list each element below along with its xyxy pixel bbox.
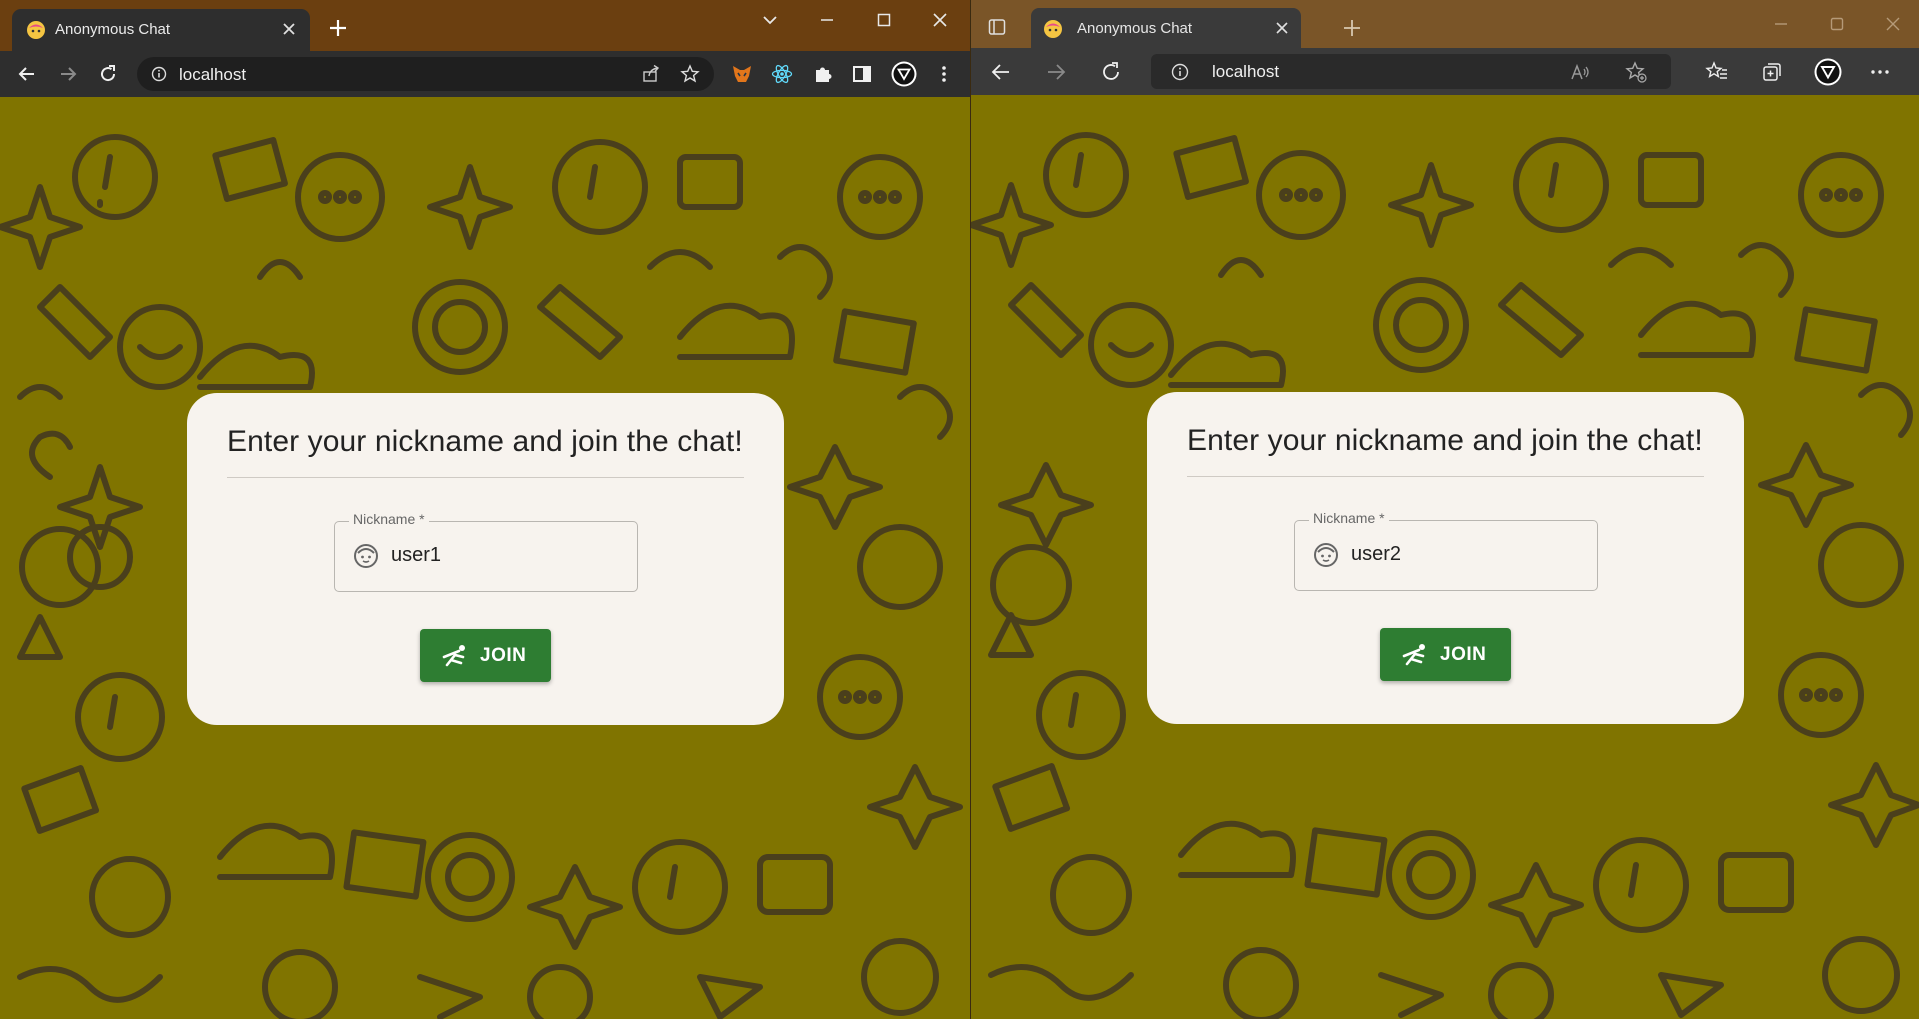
browser-window-right: Anonymous Chat localhost Enter your nick… <box>971 0 1919 1019</box>
tab-actions-icon[interactable] <box>987 17 1007 37</box>
card-divider <box>227 477 744 478</box>
close-tab-icon[interactable] <box>1273 19 1291 37</box>
anonymous-chat-favicon <box>1043 19 1063 44</box>
back-arrow-icon[interactable] <box>989 60 1013 84</box>
address-text: localhost <box>179 65 247 84</box>
child-face-icon <box>353 543 379 574</box>
add-favorite-icon[interactable] <box>1625 61 1647 83</box>
join-button[interactable]: JOIN <box>420 629 551 682</box>
close-tab-icon[interactable] <box>280 20 298 38</box>
nickname-input[interactable] <box>1351 539 1581 569</box>
tab-anonymous-chat[interactable]: Anonymous Chat <box>12 9 310 51</box>
join-button[interactable]: JOIN <box>1380 628 1511 681</box>
tab-anonymous-chat[interactable]: Anonymous Chat <box>1031 8 1301 48</box>
reload-icon[interactable] <box>97 63 119 85</box>
address-bar[interactable]: localhost <box>1151 54 1671 89</box>
address-bar[interactable]: localhost <box>137 57 714 91</box>
page-content: Enter your nickname and join the chat! N… <box>0 97 970 1019</box>
forward-arrow-icon[interactable] <box>1044 60 1068 84</box>
join-card: Enter your nickname and join the chat! N… <box>1147 392 1744 724</box>
nickname-label: Nickname * <box>1309 510 1389 526</box>
metamask-fox-icon[interactable] <box>731 63 753 85</box>
site-info-icon[interactable] <box>151 66 167 87</box>
profile-avatar-icon[interactable] <box>891 61 917 87</box>
close-window-icon[interactable] <box>928 8 952 32</box>
new-tab-icon[interactable] <box>327 17 349 39</box>
minimize-icon[interactable] <box>815 8 839 32</box>
title-bar: Anonymous Chat <box>0 0 970 51</box>
diving-icon <box>441 643 469 674</box>
nickname-input[interactable] <box>391 540 621 570</box>
minimize-icon[interactable] <box>1770 13 1792 35</box>
maximize-icon[interactable] <box>1826 13 1848 35</box>
tab-title: Anonymous Chat <box>1077 20 1193 37</box>
reload-icon[interactable] <box>1099 60 1123 84</box>
join-card: Enter your nickname and join the chat! N… <box>187 393 784 725</box>
collections-icon[interactable] <box>1760 60 1784 84</box>
read-aloud-icon[interactable] <box>1569 61 1591 83</box>
child-face-icon <box>1313 542 1339 573</box>
tab-search-chevron-icon[interactable] <box>758 8 782 32</box>
profile-avatar-icon[interactable] <box>1814 58 1842 86</box>
site-info-icon[interactable] <box>1171 63 1189 86</box>
toolbar: localhost <box>971 48 1919 95</box>
side-panel-icon[interactable] <box>851 63 873 85</box>
new-tab-icon[interactable] <box>1341 17 1363 39</box>
maximize-icon[interactable] <box>872 8 896 32</box>
nickname-label: Nickname * <box>349 511 429 527</box>
address-text: localhost <box>1212 62 1280 81</box>
browser-window-left: Anonymous Chat localhost Enter your nick… <box>0 0 970 1019</box>
card-heading: Enter your nickname and join the chat! <box>227 425 743 458</box>
close-window-icon[interactable] <box>1882 13 1904 35</box>
tab-title: Anonymous Chat <box>55 21 171 38</box>
react-devtools-icon[interactable] <box>771 63 793 85</box>
more-menu-icon[interactable] <box>933 63 955 85</box>
card-divider <box>1187 476 1704 477</box>
settings-more-icon[interactable] <box>1868 60 1892 84</box>
card-heading: Enter your nickname and join the chat! <box>1187 424 1703 457</box>
anonymous-chat-favicon <box>26 20 46 45</box>
nickname-field[interactable]: Nickname * <box>1294 510 1598 591</box>
back-arrow-icon[interactable] <box>16 63 38 85</box>
join-button-label: JOIN <box>480 645 527 666</box>
toolbar: localhost <box>0 51 970 97</box>
bookmark-star-icon[interactable] <box>680 64 700 84</box>
nickname-field[interactable]: Nickname * <box>334 511 638 592</box>
extensions-puzzle-icon[interactable] <box>812 63 834 85</box>
forward-arrow-icon[interactable] <box>57 63 79 85</box>
share-icon[interactable] <box>641 64 661 84</box>
join-button-label: JOIN <box>1440 644 1487 665</box>
favorites-icon[interactable] <box>1705 60 1729 84</box>
page-content: Enter your nickname and join the chat! N… <box>971 95 1919 1019</box>
title-bar: Anonymous Chat <box>971 0 1919 48</box>
diving-icon <box>1401 642 1429 673</box>
